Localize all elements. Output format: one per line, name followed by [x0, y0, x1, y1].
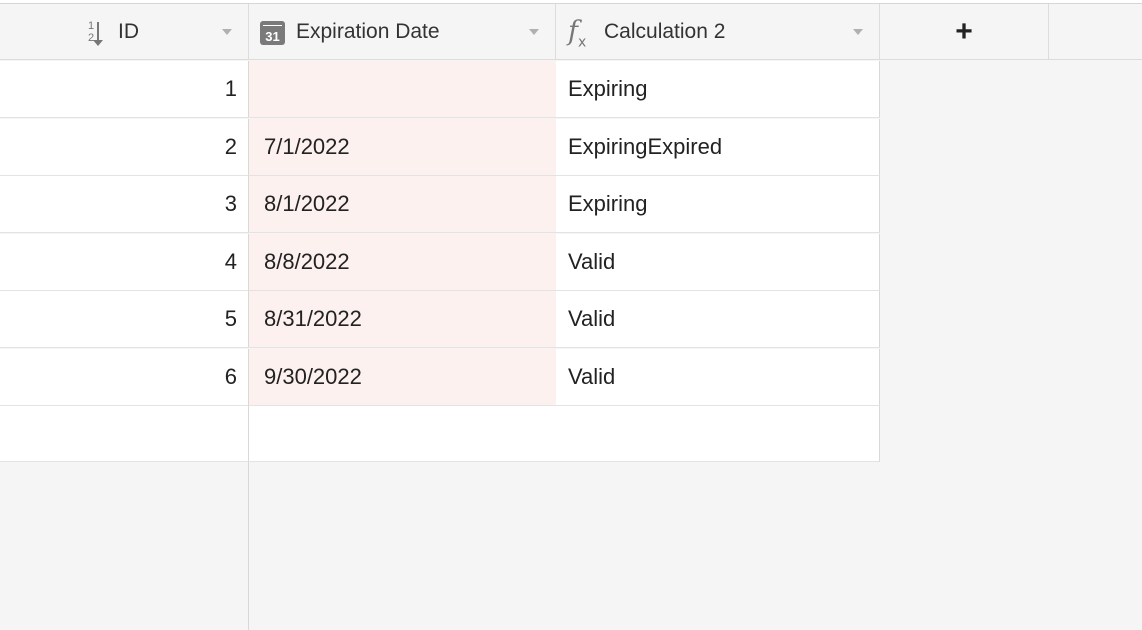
table-row[interactable]: 4 8/8/2022 Valid — [0, 233, 880, 292]
cell-calculation[interactable]: Valid — [556, 348, 880, 406]
table-row[interactable]: 1 Expiring — [0, 61, 880, 119]
formula-icon: fx — [568, 16, 587, 51]
cell-id[interactable]: 4 — [0, 233, 249, 291]
new-row-right[interactable] — [249, 406, 880, 462]
column-header-calculation[interactable]: fx Calculation 2 — [556, 4, 880, 60]
cell-expiration-date[interactable] — [249, 61, 556, 118]
table-row[interactable]: 2 7/1/2022 ExpiringExpired — [0, 118, 880, 177]
cell-expiration-date[interactable]: 9/30/2022 — [249, 348, 556, 406]
cell-calculation[interactable]: ExpiringExpired — [556, 118, 880, 176]
table-row[interactable]: 3 8/1/2022 Expiring — [0, 176, 880, 234]
chevron-down-icon[interactable] — [853, 29, 863, 35]
new-row-left[interactable] — [0, 406, 249, 462]
cell-id[interactable]: 1 — [0, 61, 249, 118]
column-header-id-label: ID — [118, 19, 139, 43]
cell-calculation[interactable]: Valid — [556, 291, 880, 348]
new-row[interactable] — [0, 406, 880, 462]
cell-id[interactable]: 2 — [0, 118, 249, 176]
cell-expiration-date[interactable]: 7/1/2022 — [249, 118, 556, 176]
table-row[interactable]: 6 9/30/2022 Valid — [0, 348, 880, 407]
table-row[interactable]: 5 8/31/2022 Valid — [0, 291, 880, 349]
chevron-down-icon[interactable] — [222, 29, 232, 35]
column-header-calculation-label: Calculation 2 — [604, 19, 726, 43]
column-header-row: 1 2 ID 31 Expiration Date fx Calculation… — [0, 4, 1142, 60]
cell-id[interactable]: 3 — [0, 176, 249, 233]
column-header-id[interactable]: 1 2 ID — [0, 4, 249, 60]
cell-expiration-date[interactable]: 8/1/2022 — [249, 176, 556, 233]
cell-id[interactable]: 6 — [0, 348, 249, 406]
column-header-expiration-date[interactable]: 31 Expiration Date — [249, 4, 556, 60]
plus-icon: + — [955, 14, 973, 48]
calendar-icon: 31 — [260, 21, 285, 45]
frozen-column-divider — [248, 462, 249, 630]
column-header-expiration-date-label: Expiration Date — [296, 19, 440, 43]
cell-expiration-date[interactable]: 8/8/2022 — [249, 233, 556, 291]
cell-expiration-date[interactable]: 8/31/2022 — [249, 291, 556, 348]
header-filler — [1049, 4, 1142, 60]
cell-calculation[interactable]: Valid — [556, 233, 880, 291]
cell-calculation[interactable]: Expiring — [556, 61, 880, 118]
chevron-down-icon[interactable] — [529, 29, 539, 35]
cell-id[interactable]: 5 — [0, 291, 249, 348]
sort-numeric-icon: 1 2 — [88, 21, 106, 47]
add-column-button[interactable]: + — [880, 4, 1049, 60]
cell-calculation[interactable]: Expiring — [556, 176, 880, 233]
